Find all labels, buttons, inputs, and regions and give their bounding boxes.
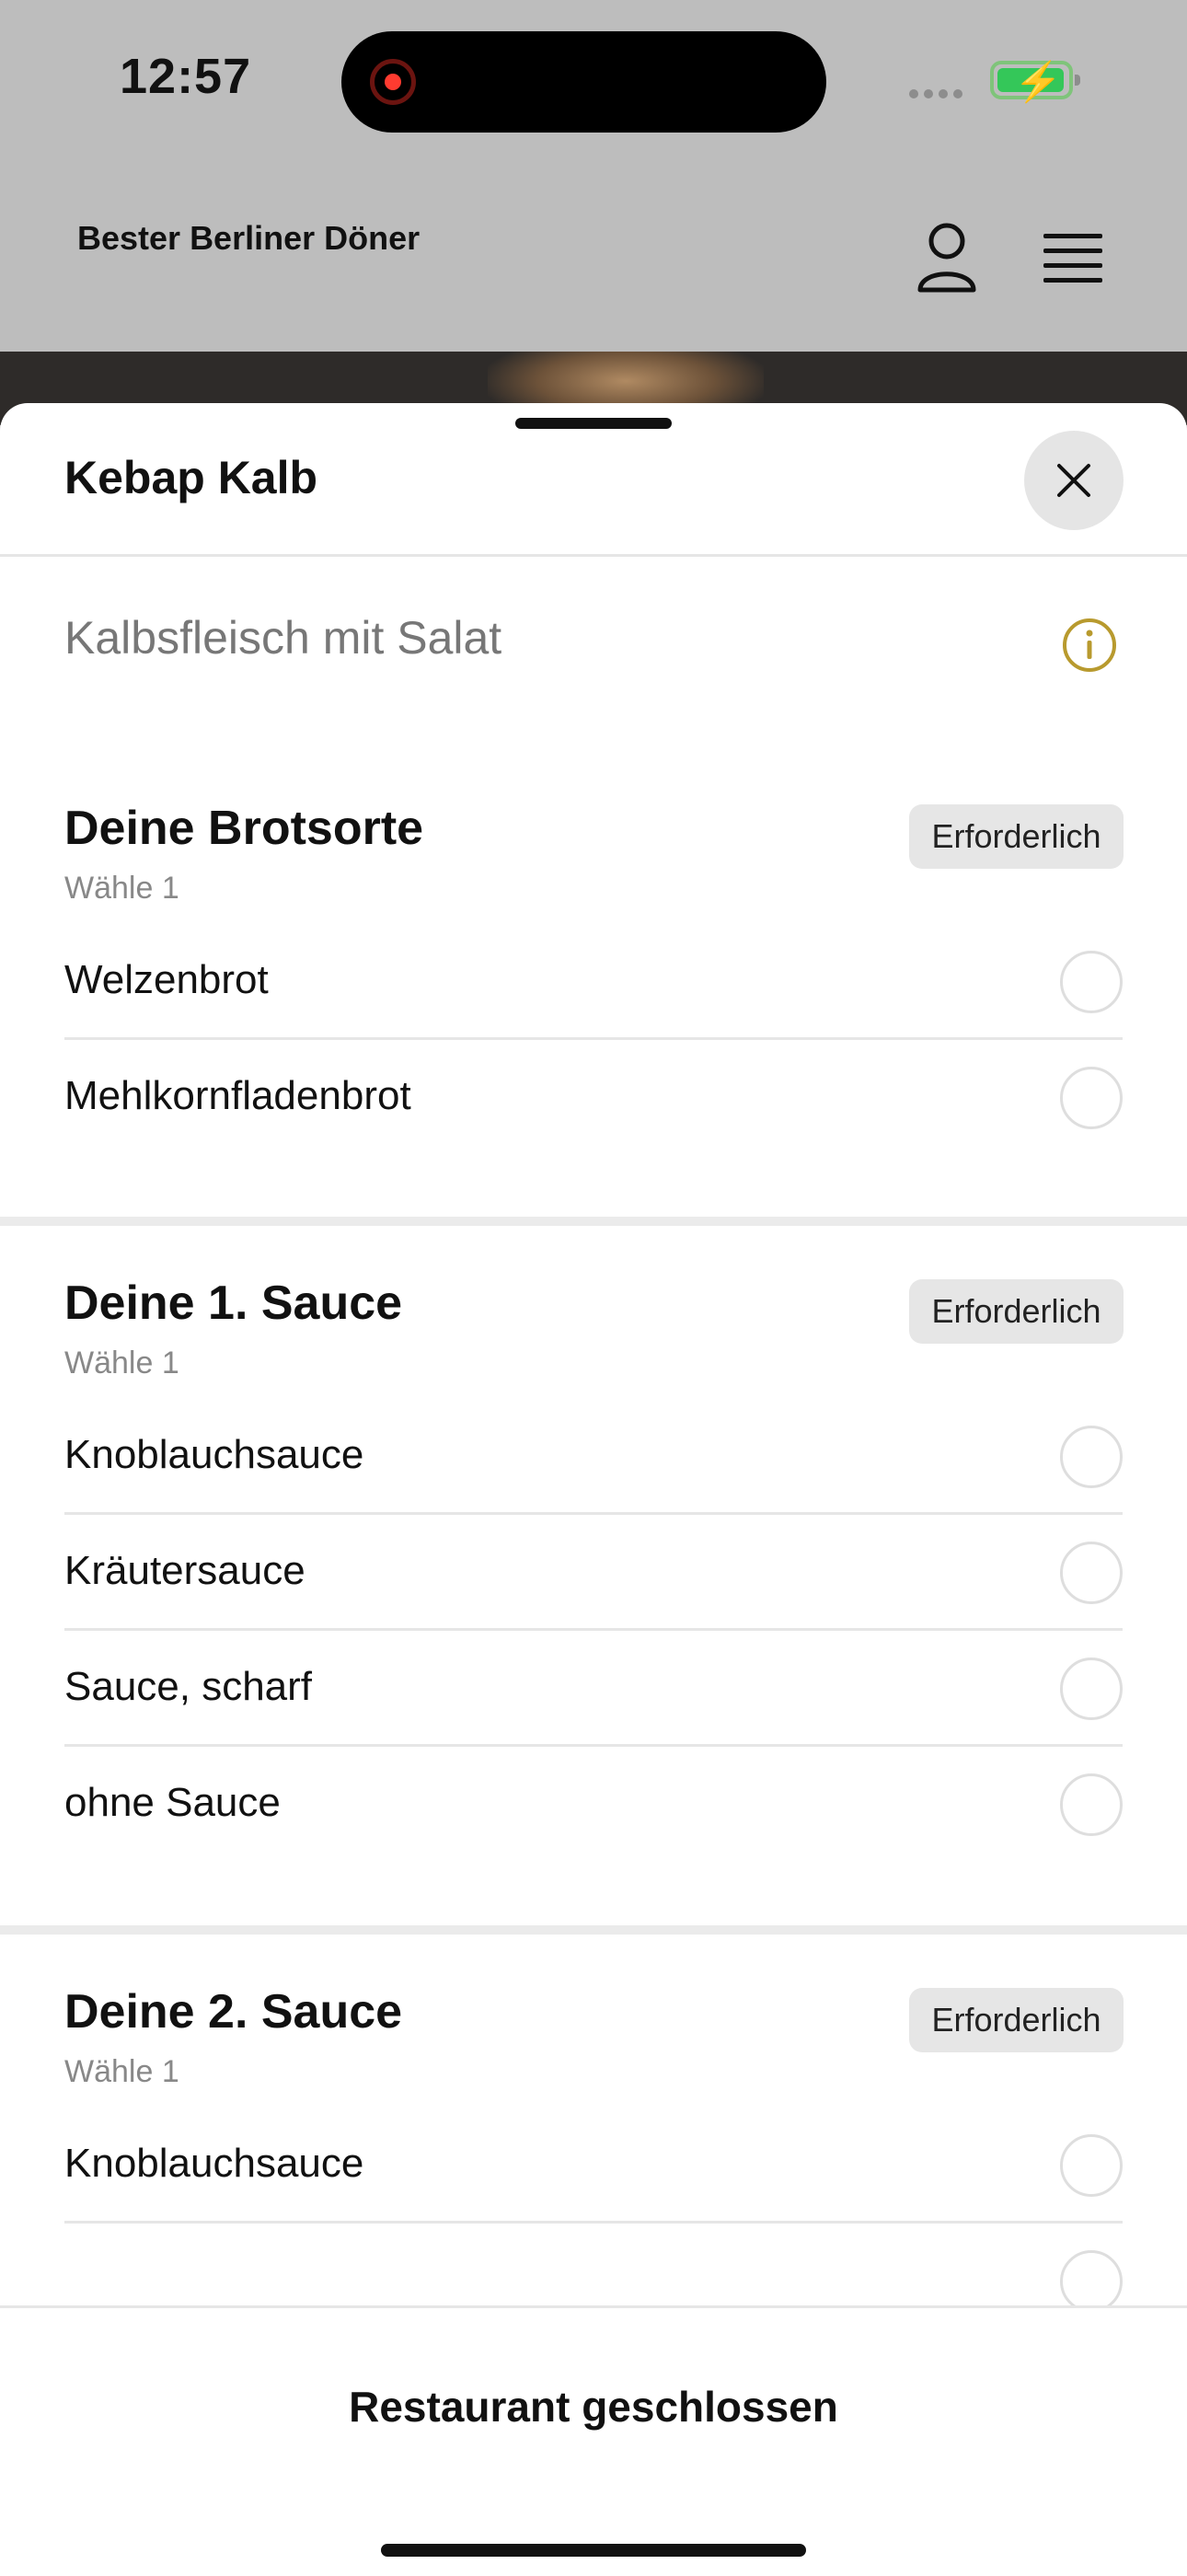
status-bar: 12:57 ⚡: [0, 0, 1187, 156]
required-badge: Erforderlich: [909, 1279, 1124, 1344]
sheet-header: Kebap Kalb: [0, 403, 1187, 557]
option-group-title: Deine 2. Sauce: [64, 1985, 403, 2039]
cellular-signal-icon: [909, 87, 968, 103]
order-footer: Restaurant geschlossen: [0, 2305, 1187, 2576]
section-divider: [0, 1925, 1187, 1935]
option-group-title: Deine 1. Sauce: [64, 1276, 403, 1330]
radio-button[interactable]: [1060, 1658, 1123, 1720]
option-row[interactable]: Knoblauchsauce: [64, 2108, 1123, 2224]
status-time: 12:57: [120, 49, 252, 104]
brand-name[interactable]: Bester Berliner Döner: [77, 219, 445, 258]
option-row[interactable]: Mehlkornfladenbrot: [64, 1040, 1123, 1156]
radio-button[interactable]: [1060, 1426, 1123, 1488]
option-group-title: Deine Brotsorte: [64, 802, 424, 855]
option-row[interactable]: Sauce, scharf: [64, 1631, 1123, 1747]
option-label: Sauce, scharf: [64, 1664, 313, 1709]
option-row[interactable]: Kräutersauce: [64, 1515, 1123, 1631]
option-group-subtitle: Wähle 1: [64, 871, 179, 906]
product-options-sheet: Kebap Kalb Kalbsfleisch mit Salat Deine …: [0, 403, 1187, 2573]
radio-button[interactable]: [1060, 2250, 1123, 2313]
option-group-subtitle: Wähle 1: [64, 2054, 179, 2089]
close-icon: [1057, 464, 1090, 497]
option-label: Knoblauchsauce: [64, 2141, 364, 2186]
radio-button[interactable]: [1060, 951, 1123, 1013]
home-indicator[interactable]: [381, 2544, 806, 2557]
radio-button[interactable]: [1060, 1067, 1123, 1129]
required-badge: Erforderlich: [909, 1988, 1124, 2052]
required-badge: Erforderlich: [909, 804, 1124, 869]
option-label: Kräutersauce: [64, 1548, 305, 1593]
restaurant-closed-label: Restaurant geschlossen: [349, 2383, 838, 2431]
sheet-grabber[interactable]: [515, 418, 672, 429]
battery-charging-icon: ⚡: [990, 60, 1080, 103]
user-account-icon[interactable]: [916, 223, 977, 293]
app-header: Bester Berliner Döner: [0, 156, 1187, 352]
radio-button[interactable]: [1060, 2134, 1123, 2197]
recording-indicator-icon: [370, 59, 416, 105]
option-label: Knoblauchsauce: [64, 1432, 364, 1477]
info-icon[interactable]: [1061, 617, 1118, 674]
hamburger-menu-icon[interactable]: [1043, 234, 1102, 283]
sheet-title: Kebap Kalb: [64, 452, 318, 503]
option-label: ohne Sauce: [64, 1780, 281, 1825]
option-label: Mehlkornfladenbrot: [64, 1073, 411, 1118]
option-row[interactable]: Knoblauchsauce: [64, 1399, 1123, 1515]
close-button[interactable]: [1024, 431, 1124, 530]
option-row[interactable]: Welzenbrot: [64, 924, 1123, 1040]
product-description: Kalbsfleisch mit Salat: [64, 612, 502, 664]
radio-button[interactable]: [1060, 1542, 1123, 1604]
section-divider: [0, 1217, 1187, 1226]
radio-button[interactable]: [1060, 1773, 1123, 1836]
option-row[interactable]: ohne Sauce: [64, 1747, 1123, 1863]
option-label: Welzenbrot: [64, 957, 269, 1002]
option-group-subtitle: Wähle 1: [64, 1346, 179, 1380]
dynamic-island: [341, 31, 826, 133]
